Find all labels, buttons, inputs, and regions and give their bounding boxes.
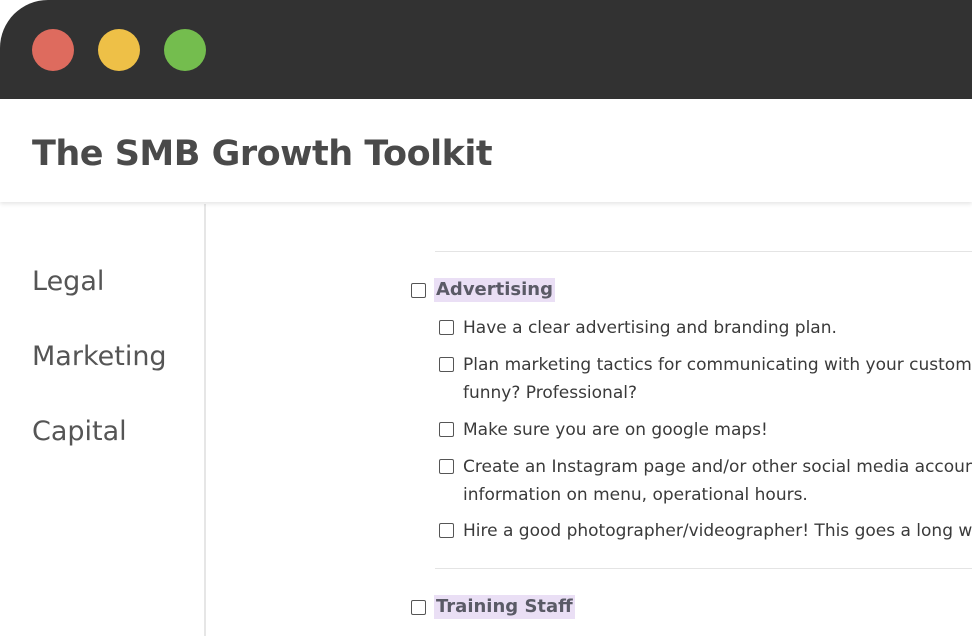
task-text: Have a clear advertising and branding pl… (463, 318, 837, 338)
task-text: Hire a good photographer/videographer! T… (463, 521, 972, 541)
task-checkbox[interactable] (439, 357, 454, 372)
task-text: Make sure you are on google maps! (463, 420, 768, 440)
task-checkbox[interactable] (439, 422, 454, 437)
section-checkbox-advertising[interactable] (411, 283, 426, 298)
sidebar: Legal Marketing Capital (0, 204, 206, 636)
maximize-window-button[interactable] (164, 29, 206, 71)
page-header: The SMB Growth Toolkit (0, 99, 972, 202)
minimize-window-button[interactable] (98, 29, 140, 71)
close-window-button[interactable] (32, 29, 74, 71)
section-divider (435, 568, 972, 569)
sidebar-item-marketing[interactable]: Marketing (32, 341, 167, 372)
section-divider (435, 251, 972, 252)
section-title-training-staff: Training Staff (434, 595, 575, 619)
task-checkbox[interactable] (439, 523, 454, 538)
checklist-content: Advertising Have a clear advertising and… (206, 204, 972, 636)
section-checkbox-training-staff[interactable] (411, 600, 426, 615)
task-checkbox[interactable] (439, 320, 454, 335)
app-window: The SMB Growth Toolkit Legal Marketing C… (0, 0, 972, 636)
section-title-advertising: Advertising (434, 278, 555, 302)
sidebar-item-legal[interactable]: Legal (32, 266, 104, 297)
title-bar (0, 0, 972, 99)
task-text: Plan marketing tactics for communicating… (463, 355, 972, 375)
task-checkbox[interactable] (439, 459, 454, 474)
task-text-continued: funny? Professional? (463, 383, 637, 403)
task-text-continued: information on menu, operational hours. (463, 485, 808, 505)
sidebar-item-capital[interactable]: Capital (32, 416, 127, 447)
task-text: Create an Instagram page and/or other so… (463, 457, 972, 477)
page-title: The SMB Growth Toolkit (32, 134, 493, 174)
